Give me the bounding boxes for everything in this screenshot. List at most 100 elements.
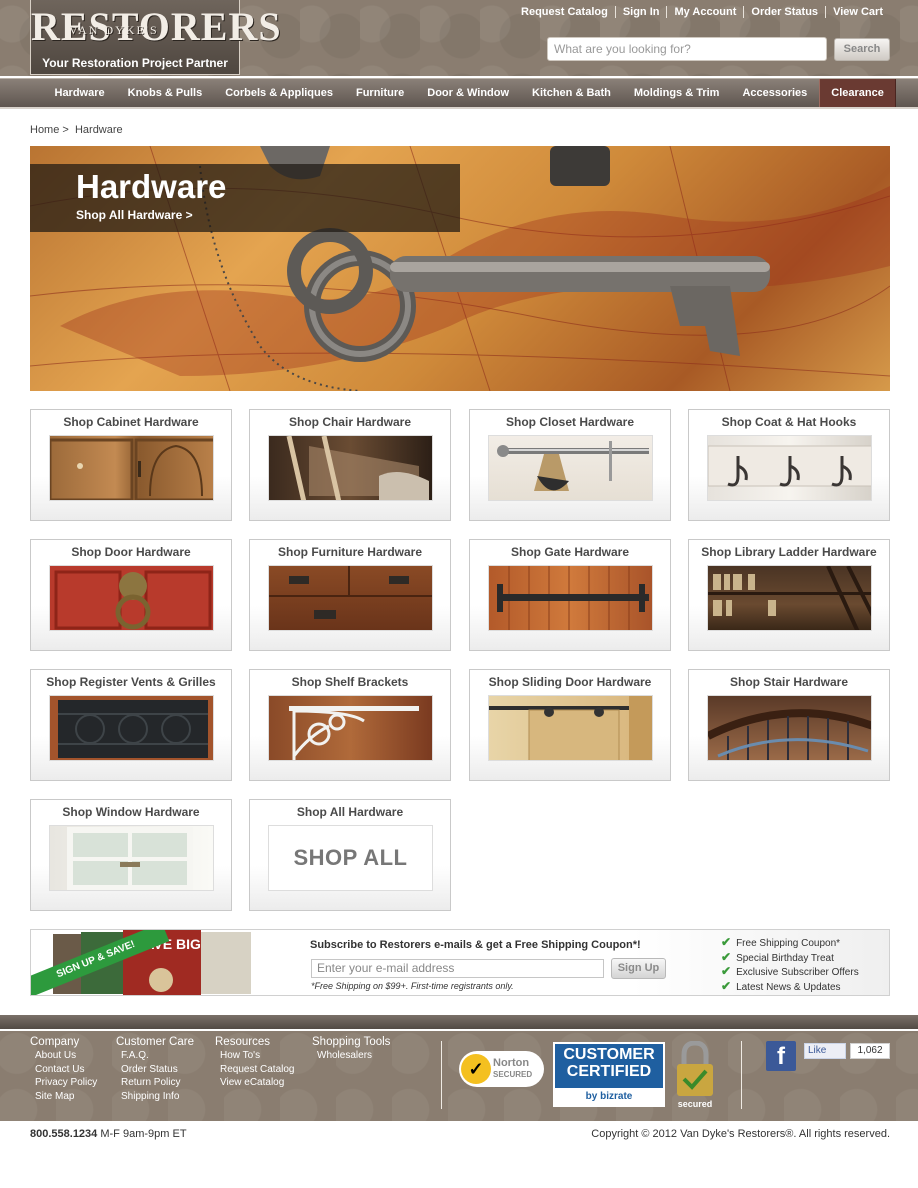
gate-hardware-image: [488, 565, 653, 631]
checkmark-icon: ✓: [461, 1054, 491, 1084]
tile-furniture-hardware[interactable]: Shop Furniture Hardware: [249, 539, 451, 651]
shop-all-image: SHOP ALL: [268, 825, 433, 891]
hero-shop-all-link[interactable]: Shop All Hardware >: [76, 208, 193, 222]
tile-label: Shop Window Hardware: [62, 805, 200, 819]
breadcrumb: Home > Hardware: [30, 124, 123, 136]
utility-links: Request Catalog Sign In My Account Order…: [514, 6, 890, 18]
tile-window-hardware[interactable]: Shop Window Hardware: [30, 799, 232, 911]
footer-link-contact-us[interactable]: Contact Us: [30, 1063, 97, 1077]
nav-item-hardware[interactable]: Hardware: [43, 79, 116, 107]
nav-item-corbels-appliques[interactable]: Corbels & Appliques: [214, 79, 345, 107]
footer-divider: [441, 1041, 442, 1109]
footer-heading: Company: [30, 1036, 80, 1048]
search-input[interactable]: What are you looking for?: [547, 37, 827, 61]
facebook-icon[interactable]: f: [766, 1041, 796, 1071]
footer-heading: Shopping Tools: [312, 1036, 391, 1048]
stair-hardware-image: [707, 695, 872, 761]
footer-link-wholesalers[interactable]: Wholesalers: [312, 1049, 390, 1063]
footer-link-site-map[interactable]: Site Map: [30, 1090, 97, 1104]
breadcrumb-current: Hardware: [74, 124, 123, 136]
closet-hardware-image: [488, 435, 653, 501]
door-hardware-image: [49, 565, 214, 631]
sign-up-button[interactable]: Sign Up: [611, 958, 666, 979]
util-link-request-catalog[interactable]: Request Catalog: [514, 6, 615, 18]
footer-col-resources: Resources How To's Request Catalog View …: [215, 1036, 295, 1090]
phone-hours: M-F 9am-9pm ET: [100, 1128, 187, 1140]
copyright: Copyright © 2012 Van Dyke's Restorers®. …: [591, 1128, 890, 1140]
footer-link-shipping-info[interactable]: Shipping Info: [116, 1090, 194, 1104]
tile-shelf-brackets[interactable]: Shop Shelf Brackets: [249, 669, 451, 781]
norton-secured-badge[interactable]: ✓ Norton SECURED: [459, 1051, 544, 1087]
footer-link-faq[interactable]: F.A.Q.: [116, 1049, 194, 1063]
tile-gate-hardware[interactable]: Shop Gate Hardware: [469, 539, 671, 651]
nav-item-clearance[interactable]: Clearance: [818, 79, 897, 107]
coat-hooks-image: [707, 435, 872, 501]
tile-stair-hardware[interactable]: Shop Stair Hardware: [688, 669, 890, 781]
footer-link-privacy-policy[interactable]: Privacy Policy: [30, 1076, 97, 1090]
tile-sliding-door-hardware[interactable]: Shop Sliding Door Hardware: [469, 669, 671, 781]
window-hardware-image: [49, 825, 214, 891]
nav-item-kitchen-bath[interactable]: Kitchen & Bath: [521, 79, 623, 107]
nav-item-door-window[interactable]: Door & Window: [416, 79, 521, 107]
tile-door-hardware[interactable]: Shop Door Hardware: [30, 539, 232, 651]
footer-link-order-status[interactable]: Order Status: [116, 1063, 194, 1077]
benefit-item: ✔ Latest News & Updates: [721, 978, 841, 993]
footer-col-shopping-tools: Shopping Tools Wholesalers: [312, 1036, 390, 1063]
library-ladder-image: [707, 565, 872, 631]
site-header: VAN DYKE'S RESTORERS Your Restoration Pr…: [0, 0, 918, 76]
facebook-like-button[interactable]: Like: [804, 1043, 846, 1059]
util-link-view-cart[interactable]: View Cart: [825, 6, 890, 18]
subscribe-note: *Free Shipping on $99+. First-time regis…: [311, 981, 514, 991]
search-button[interactable]: Search: [834, 38, 890, 61]
tile-shop-all-hardware[interactable]: Shop All Hardware SHOP ALL: [249, 799, 451, 911]
tile-cabinet-hardware[interactable]: Shop Cabinet Hardware: [30, 409, 232, 521]
tile-coat-hat-hooks[interactable]: Shop Coat & Hat Hooks: [688, 409, 890, 521]
tile-label: Shop Furniture Hardware: [277, 545, 423, 559]
tile-closet-hardware[interactable]: Shop Closet Hardware: [469, 409, 671, 521]
footer-link-about-us[interactable]: About Us: [30, 1049, 97, 1063]
tile-label: Shop Shelf Brackets: [291, 675, 409, 689]
footer-link-view-ecatalog[interactable]: View eCatalog: [215, 1076, 295, 1090]
email-input[interactable]: Enter your e-mail address: [311, 959, 604, 978]
main-nav: Hardware Knobs & Pulls Corbels & Appliqu…: [0, 78, 918, 109]
cabinet-hardware-image: [49, 435, 214, 501]
tile-label: Shop Sliding Door Hardware: [488, 675, 652, 689]
benefit-item: ✔ Exclusive Subscriber Offers: [721, 964, 859, 978]
breadcrumb-home[interactable]: Home: [30, 124, 59, 136]
tile-label: Shop Cabinet Hardware: [63, 415, 199, 429]
facebook-like-count: 1,062: [850, 1043, 890, 1059]
nav-item-furniture[interactable]: Furniture: [344, 79, 415, 107]
util-link-sign-in[interactable]: Sign In: [614, 6, 667, 18]
footer-divider-bar: [0, 1015, 918, 1029]
sliding-door-image: [488, 695, 653, 761]
contact-phone: 800.558.1234 M-F 9am-9pm ET: [30, 1128, 187, 1140]
chair-hardware-image: [268, 435, 433, 501]
bizrate-certified-badge[interactable]: CUSTOMER CERTIFIED by bizrate: [553, 1042, 665, 1107]
tile-label: Shop Register Vents & Grilles: [46, 675, 216, 689]
util-link-my-account[interactable]: My Account: [666, 6, 743, 18]
subscriber-benefits: ✔ Free Shipping Coupon* ✔ Special Birthday…: [721, 935, 859, 993]
footer-link-request-catalog[interactable]: Request Catalog: [215, 1063, 295, 1077]
secured-lock-badge[interactable]: secured: [674, 1040, 716, 1109]
nav-item-accessories[interactable]: Accessories: [731, 79, 819, 107]
site-logo[interactable]: VAN DYKE'S RESTORERS Your Restoration Pr…: [30, 0, 281, 75]
benefit-item: ✔ Free Shipping Coupon*: [721, 935, 841, 949]
tile-register-vents-grilles[interactable]: Shop Register Vents & Grilles: [30, 669, 232, 781]
tile-label: Shop Stair Hardware: [729, 675, 849, 689]
util-link-order-status[interactable]: Order Status: [743, 6, 825, 18]
benefit-item: ✔ Special Birthday Treat: [721, 949, 834, 964]
footer-divider: [741, 1041, 742, 1109]
tile-library-ladder-hardware[interactable]: Shop Library Ladder Hardware: [688, 539, 890, 651]
nav-item-knobs-pulls[interactable]: Knobs & Pulls: [116, 79, 214, 107]
footer-heading: Resources: [215, 1036, 270, 1048]
footer-link-how-tos[interactable]: How To's: [215, 1049, 295, 1063]
nav-item-moldings-trim[interactable]: Moldings & Trim: [622, 79, 731, 107]
email-subscribe-panel: SAVE BIG SIGN UP & SAVE! Subscribe to Re…: [30, 929, 890, 996]
site-footer: Company About Us Contact Us Privacy Poli…: [0, 1031, 918, 1121]
footer-link-return-policy[interactable]: Return Policy: [116, 1076, 194, 1090]
tile-label: Shop Coat & Hat Hooks: [721, 415, 857, 429]
tile-label: Shop Library Ladder Hardware: [701, 545, 877, 559]
tile-chair-hardware[interactable]: Shop Chair Hardware: [249, 409, 451, 521]
checkmark-icon: ✔: [721, 949, 732, 964]
tile-label: Shop Chair Hardware: [288, 415, 412, 429]
